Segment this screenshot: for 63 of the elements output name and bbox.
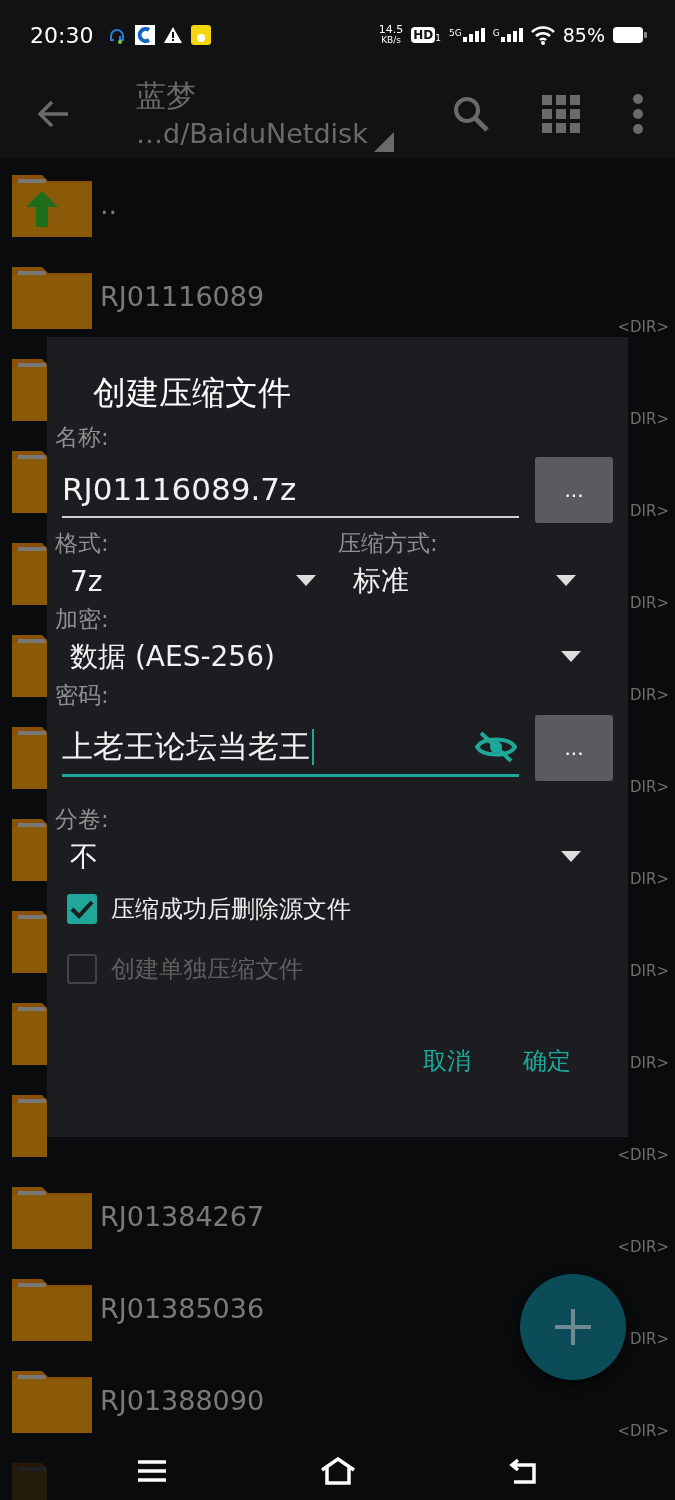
- password-field[interactable]: 上老王论坛当老王: [62, 719, 519, 777]
- search-icon[interactable]: [451, 94, 491, 134]
- caret-icon: [556, 575, 576, 587]
- more-options-icon[interactable]: [631, 94, 645, 134]
- app-icon: [191, 24, 212, 46]
- confirm-button[interactable]: 确定: [511, 1037, 583, 1085]
- caret-icon: [561, 851, 581, 863]
- dialog-title: 创建压缩文件: [92, 372, 292, 414]
- app-icon: [135, 24, 156, 46]
- field-label: 格式:: [55, 529, 110, 558]
- file-type-label: <DIR>: [617, 1146, 669, 1164]
- file-type-label: DIR>: [630, 870, 669, 888]
- grid-view-icon[interactable]: [541, 94, 581, 134]
- warning-icon: [163, 25, 184, 45]
- home-icon[interactable]: [319, 1457, 356, 1485]
- menu-icon[interactable]: [136, 1459, 167, 1483]
- file-type-label: DIR>: [630, 502, 669, 520]
- encryption-dropdown[interactable]: 数据 (AES-256): [55, 635, 613, 679]
- signal-indicator: G: [492, 28, 523, 42]
- file-type-label: DIR>: [630, 1054, 669, 1072]
- wifi-icon: [530, 25, 555, 45]
- cancel-button[interactable]: 取消: [411, 1037, 483, 1085]
- format-dropdown[interactable]: 7z: [55, 559, 338, 603]
- checkbox-label: 压缩成功后删除源文件: [111, 894, 351, 925]
- battery-icon: [613, 26, 647, 44]
- file-type-label: DIR>: [630, 594, 669, 612]
- file-name[interactable]: RJ01384267: [100, 1200, 265, 1232]
- file-type-label: DIR>: [630, 962, 669, 980]
- field-label: 名称:: [55, 423, 110, 452]
- caret-icon: [561, 651, 581, 663]
- plus-icon: [553, 1307, 593, 1347]
- field-label: 分卷:: [55, 805, 110, 834]
- back-icon[interactable]: [508, 1458, 539, 1484]
- app-title: 蓝梦: [136, 77, 197, 115]
- battery-percent: 85%: [562, 24, 605, 46]
- eye-slash-icon[interactable]: [475, 730, 517, 763]
- browse-button[interactable]: ...: [535, 457, 613, 523]
- file-type-label: <DIR>: [617, 1422, 669, 1440]
- file-type-label: <DIR>: [617, 318, 669, 336]
- file-name[interactable]: ..: [100, 188, 118, 220]
- field-label: 密码:: [55, 681, 110, 710]
- file-type-label: DIR>: [630, 778, 669, 796]
- signal-indicator: 5G: [449, 28, 485, 42]
- split-volume-dropdown[interactable]: 不: [55, 835, 613, 879]
- file-name[interactable]: RJ01116089: [100, 280, 265, 312]
- file-type-label: DIR>: [630, 686, 669, 704]
- corner-triangle-icon: [373, 132, 394, 152]
- field-label: 压缩方式:: [338, 529, 439, 558]
- field-label: 加密:: [55, 605, 110, 634]
- folder-path-dropdown[interactable]: …d/BaiduNetdisk: [136, 116, 394, 152]
- caret-icon: [296, 575, 316, 587]
- network-speed: 14.5 KB/s: [378, 24, 404, 46]
- archive-name-field[interactable]: RJ01116089.7z: [62, 462, 519, 518]
- file-type-label: DIR>: [630, 410, 669, 428]
- status-time: 20:30: [30, 22, 94, 48]
- password-options-button[interactable]: ...: [535, 715, 613, 781]
- file-name[interactable]: RJ01385036: [100, 1292, 265, 1324]
- file-name[interactable]: RJ01388090: [100, 1384, 265, 1416]
- checkbox[interactable]: [67, 894, 97, 924]
- compression-method-dropdown[interactable]: 标准: [338, 559, 598, 603]
- file-type-label: <DIR>: [617, 1238, 669, 1256]
- checkbox-label: 创建单独压缩文件: [111, 954, 303, 985]
- file-type-label: DIR>: [630, 1330, 669, 1348]
